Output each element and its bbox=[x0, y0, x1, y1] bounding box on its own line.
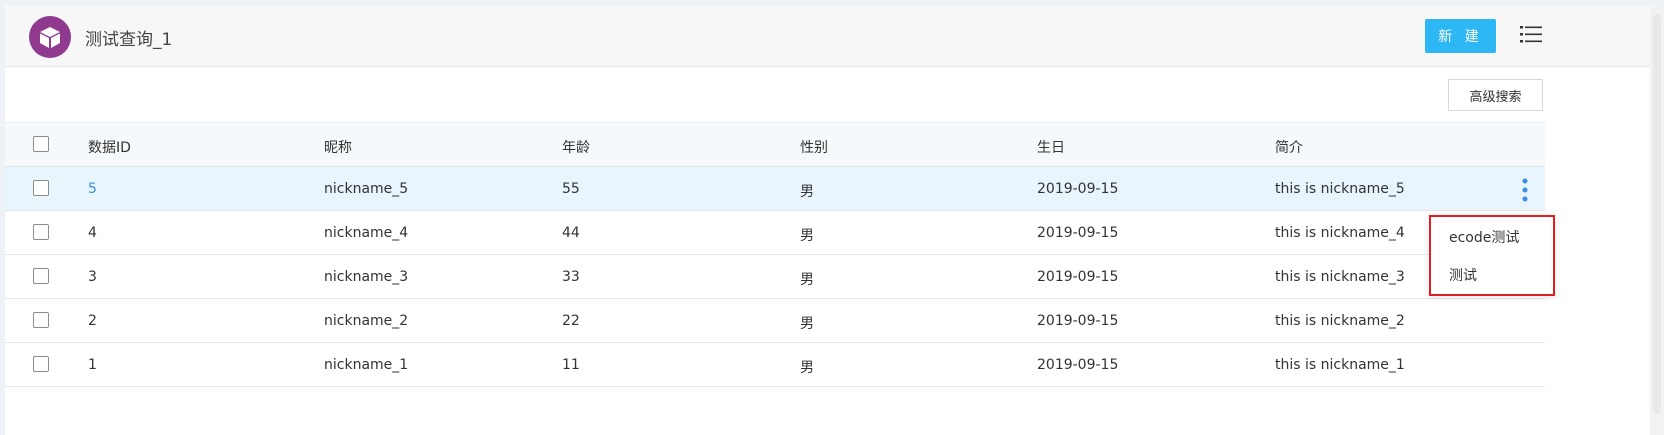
page-title: 测试查询_1 bbox=[85, 30, 173, 50]
row-nickname: nickname_5 bbox=[324, 181, 409, 197]
row-intro: this is nickname_5 bbox=[1275, 181, 1405, 197]
menu-item-ecode-test[interactable]: ecode测试 bbox=[1449, 227, 1519, 247]
row-age: 11 bbox=[562, 357, 580, 373]
menu-item-test[interactable]: 测试 bbox=[1449, 265, 1477, 285]
kebab-icon[interactable] bbox=[1520, 177, 1530, 207]
row-intro: this is nickname_4 bbox=[1275, 225, 1405, 241]
row-sex: 男 bbox=[800, 228, 814, 244]
row-checkbox[interactable] bbox=[33, 312, 49, 328]
column-header-id[interactable]: 数据ID bbox=[88, 137, 131, 157]
column-header-nickname[interactable]: 昵称 bbox=[324, 137, 352, 157]
row-nickname: nickname_4 bbox=[324, 225, 409, 241]
row-age: 44 bbox=[562, 225, 580, 241]
table-row[interactable]: 3 nickname_3 33 男 2019-09-15 this is nic… bbox=[5, 255, 1545, 299]
table-row[interactable]: 1 nickname_1 11 男 2019-09-15 this is nic… bbox=[5, 343, 1545, 387]
row-action-menu: ecode测试 测试 bbox=[1429, 215, 1555, 296]
cube-icon bbox=[29, 16, 71, 58]
row-birthday: 2019-09-15 bbox=[1037, 357, 1119, 373]
column-header-birthday[interactable]: 生日 bbox=[1037, 137, 1065, 157]
table-row[interactable]: 5 nickname_5 55 男 2019-09-15 this is nic… bbox=[5, 167, 1545, 211]
row-birthday: 2019-09-15 bbox=[1037, 225, 1119, 241]
table-row[interactable]: 4 nickname_4 44 男 2019-09-15 this is nic… bbox=[5, 211, 1545, 255]
row-checkbox[interactable] bbox=[33, 268, 49, 284]
row-sex: 男 bbox=[800, 272, 814, 288]
row-id[interactable]: 1 bbox=[88, 357, 97, 373]
row-id[interactable]: 2 bbox=[88, 313, 97, 329]
row-age: 55 bbox=[562, 181, 580, 197]
row-intro: this is nickname_3 bbox=[1275, 269, 1405, 285]
row-nickname: nickname_1 bbox=[324, 357, 409, 373]
row-checkbox[interactable] bbox=[33, 180, 49, 196]
row-nickname: nickname_3 bbox=[324, 269, 409, 285]
column-header-intro[interactable]: 简介 bbox=[1275, 137, 1303, 157]
table-row[interactable]: 2 nickname_2 22 男 2019-09-15 this is nic… bbox=[5, 299, 1545, 343]
row-sex: 男 bbox=[800, 360, 814, 376]
list-icon[interactable] bbox=[1520, 25, 1542, 49]
row-checkbox[interactable] bbox=[33, 224, 49, 240]
data-table: 数据ID 昵称 年龄 性别 生日 简介 5 nickname_5 55 男 20… bbox=[5, 122, 1545, 387]
scrollbar-thumb[interactable] bbox=[1653, 14, 1661, 414]
row-age: 22 bbox=[562, 313, 580, 329]
row-intro: this is nickname_2 bbox=[1275, 313, 1405, 329]
page-header: 测试查询_1 新 建 bbox=[5, 5, 1650, 67]
new-button[interactable]: 新 建 bbox=[1425, 19, 1496, 53]
row-birthday: 2019-09-15 bbox=[1037, 181, 1119, 197]
row-birthday: 2019-09-15 bbox=[1037, 313, 1119, 329]
row-birthday: 2019-09-15 bbox=[1037, 269, 1119, 285]
row-id[interactable]: 4 bbox=[88, 225, 97, 241]
row-id-link[interactable]: 5 bbox=[88, 181, 97, 197]
column-header-sex[interactable]: 性别 bbox=[800, 137, 828, 157]
row-nickname: nickname_2 bbox=[324, 313, 409, 329]
advanced-search-button[interactable]: 高级搜索 bbox=[1448, 79, 1543, 111]
app-frame: 测试查询_1 新 建 高级搜索 数据ID 昵称 年龄 性别 生日 简介 5 ni… bbox=[5, 5, 1650, 435]
row-intro: this is nickname_1 bbox=[1275, 357, 1405, 373]
table-header: 数据ID 昵称 年龄 性别 生日 简介 bbox=[5, 122, 1545, 167]
column-header-age[interactable]: 年龄 bbox=[562, 137, 590, 157]
row-age: 33 bbox=[562, 269, 580, 285]
row-sex: 男 bbox=[800, 316, 814, 332]
select-all-checkbox[interactable] bbox=[33, 136, 49, 152]
row-id[interactable]: 3 bbox=[88, 269, 97, 285]
row-sex: 男 bbox=[800, 184, 814, 200]
row-checkbox[interactable] bbox=[33, 356, 49, 372]
